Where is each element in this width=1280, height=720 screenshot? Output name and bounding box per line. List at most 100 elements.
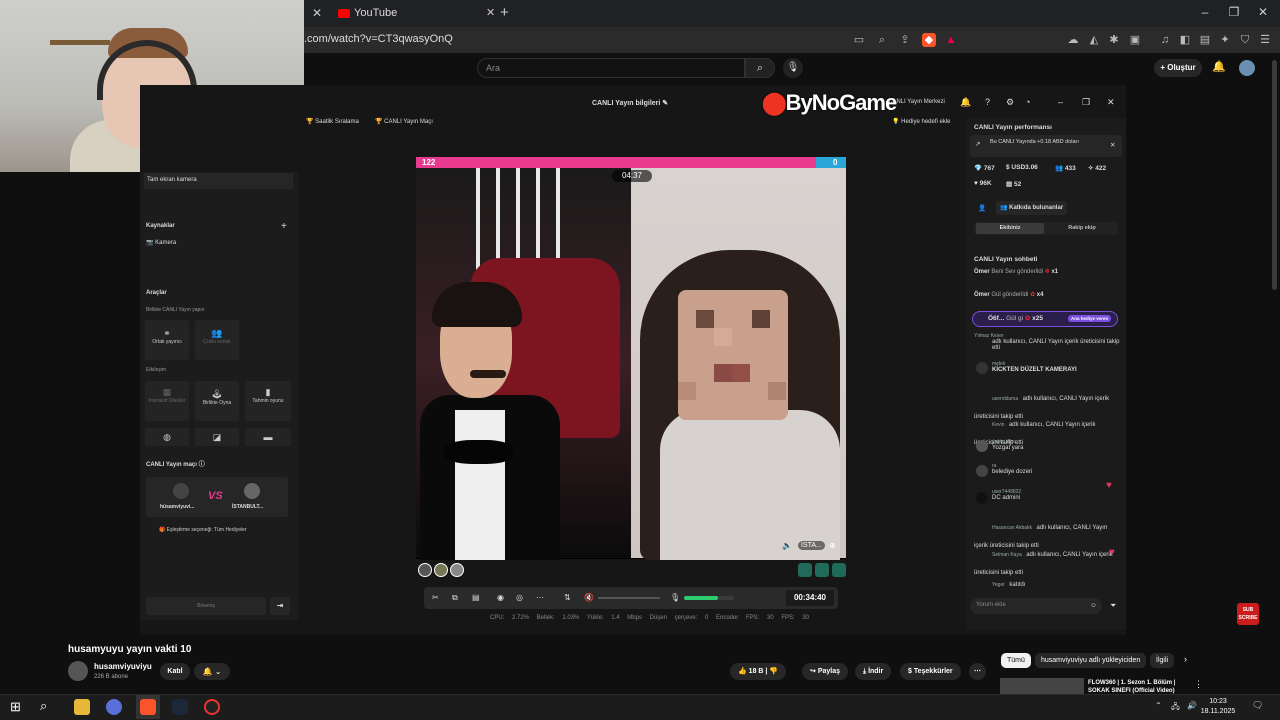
layout-switch-icon[interactable]: ⧉: [452, 593, 458, 603]
app-icon[interactable]: [106, 699, 122, 715]
music-icon[interactable]: ♫: [1158, 33, 1172, 47]
cast-icon[interactable]: ▭: [852, 33, 866, 47]
wallet-icon[interactable]: ▤: [1198, 33, 1212, 47]
tool-button-2[interactable]: ◪: [195, 428, 239, 446]
add-icon[interactable]: ⊕: [829, 541, 836, 550]
share-icon[interactable]: ⇪: [898, 33, 912, 47]
scrollbar[interactable]: [1272, 60, 1277, 290]
play-together-button[interactable]: 🕹 Birlikte Oyna: [195, 381, 239, 421]
network-icon[interactable]: 🖧: [1171, 701, 1180, 715]
notification-center-icon[interactable]: 🗨: [1252, 700, 1263, 711]
windows-start-icon[interactable]: ⊞: [10, 699, 21, 715]
avatar[interactable]: [434, 563, 448, 577]
join-button[interactable]: Katıl: [160, 663, 190, 680]
filter-icon[interactable]: ⏷: [1110, 601, 1116, 611]
file-explorer-icon[interactable]: [74, 699, 90, 715]
like-button[interactable]: 👍 18 B | 👎: [730, 663, 787, 680]
bottom-action-button[interactable]: Böwenş: [146, 597, 266, 615]
avatar[interactable]: [1239, 60, 1255, 76]
rewards-icon[interactable]: ▲: [944, 33, 958, 47]
tab-your-team[interactable]: Ekibiniz: [976, 223, 1044, 234]
tray-chevron-icon[interactable]: ⌃: [1155, 701, 1162, 710]
vpn-icon[interactable]: ⛉: [1238, 33, 1252, 47]
notification-bell-icon[interactable]: 🔔: [960, 97, 971, 108]
settings-icon[interactable]: ⚙: [1006, 97, 1014, 108]
tool-button-1[interactable]: ◍: [145, 428, 189, 446]
restore-icon[interactable]: ❐: [1224, 5, 1244, 19]
brave-shield-icon[interactable]: ◆: [922, 33, 936, 47]
tab-youtube[interactable]: YouTube: [330, 0, 490, 27]
camera-toggle-icon[interactable]: ▤: [472, 593, 480, 602]
exit-icon[interactable]: ⇥: [270, 597, 290, 615]
live-info-title[interactable]: CANLI Yayın bilgileri ✎: [592, 99, 668, 107]
source-camera[interactable]: 📷 Kamera: [146, 239, 176, 246]
emoji-icon[interactable]: ☺: [1090, 602, 1097, 609]
chevron-right-icon[interactable]: ›: [1184, 654, 1187, 664]
recommended-title[interactable]: FLOW360 | 1. Sezon 1. Bölüm | SOKAK SINE…: [1088, 679, 1193, 695]
speaker-icon[interactable]: 🔈: [782, 541, 792, 550]
mic-level-icon[interactable]: 🎙: [670, 593, 680, 602]
extension-icon-2[interactable]: ◭: [1087, 33, 1101, 47]
obs-icon[interactable]: [204, 699, 220, 715]
mute-icon[interactable]: 🔇: [584, 593, 594, 602]
gift-target-button[interactable]: 💡 Hediye hedefi ekle: [892, 118, 951, 125]
pill-hourly-ranking[interactable]: 🏆 Saatlik Sıralama: [306, 118, 359, 125]
dismiss-icon[interactable]: ✕: [1110, 141, 1115, 149]
chip-related[interactable]: İlgili: [1150, 653, 1175, 668]
close-icon[interactable]: ✕: [308, 4, 326, 22]
pairing-option[interactable]: 🎁 Eşleştirme seçeneği: Tüm Hediyeler: [159, 527, 247, 533]
studio-close-icon[interactable]: ✕: [1107, 97, 1115, 108]
download-button[interactable]: ⤓ İndir: [855, 663, 892, 680]
record-icon[interactable]: ◉: [497, 593, 504, 602]
extension-icon-1[interactable]: ☁: [1066, 33, 1080, 47]
chat-input[interactable]: Yorum ekle: [970, 598, 1102, 614]
avatar[interactable]: [450, 563, 464, 577]
screenshot-icon[interactable]: ▣: [1128, 33, 1142, 47]
pill-live-match[interactable]: 🏆 CANLI Yayın Maçı: [375, 118, 433, 125]
chip-all[interactable]: Tümü: [1001, 653, 1031, 668]
steam-icon[interactable]: [172, 699, 188, 715]
leo-ai-icon[interactable]: ✦: [1218, 33, 1232, 47]
chip-from-uploader[interactable]: husamviyuviyu adlı yükleyiciden: [1035, 653, 1147, 668]
minimize-icon[interactable]: –: [1195, 5, 1215, 19]
subscribed-bell-button[interactable]: 🔔 ⌄: [194, 663, 230, 680]
thanks-button[interactable]: $ Teşekkürler: [900, 663, 961, 680]
audio-mixer-icon[interactable]: ⇅: [564, 593, 571, 602]
new-tab-icon[interactable]: +: [500, 4, 509, 21]
volume-slider[interactable]: [598, 597, 660, 599]
guess-game-button[interactable]: ▮ Tahmin oyunu: [245, 381, 291, 421]
tab-close-icon[interactable]: ✕: [486, 6, 495, 19]
more-icon[interactable]: ⋯: [536, 593, 544, 602]
more-actions-icon[interactable]: ⋯: [969, 663, 986, 680]
volume-icon[interactable]: 🔊: [1187, 701, 1197, 710]
sidebar-icon[interactable]: ◧: [1178, 33, 1192, 47]
interactive-gifts-button[interactable]: ▦ İnteraktif Dilekler: [145, 381, 189, 421]
search-icon[interactable]: ⌕: [745, 58, 775, 78]
contributors-button[interactable]: 👥 Katkıda bulunanlar: [996, 201, 1068, 215]
capture-icon[interactable]: ◎: [516, 593, 523, 602]
brave-icon[interactable]: [140, 699, 156, 715]
window-close-icon[interactable]: ✕: [1253, 5, 1273, 19]
layout-icon[interactable]: ◔: [1025, 97, 1030, 107]
mic-icon[interactable]: 🎙: [783, 58, 803, 78]
channel-name[interactable]: husamviyuviyu: [94, 662, 152, 671]
avatar[interactable]: [418, 563, 432, 577]
tool-button-3[interactable]: ▬: [245, 428, 291, 446]
live-center-link[interactable]: CANLI Yayın Merkezi: [888, 99, 945, 105]
search-icon[interactable]: ⌕: [40, 698, 47, 714]
viewer-icon-3[interactable]: [832, 563, 846, 577]
add-source-icon[interactable]: +: [281, 221, 287, 232]
multi-guest-button[interactable]: 👥 Çoklu konuk: [195, 320, 239, 360]
help-icon[interactable]: ?: [985, 97, 990, 107]
share-button[interactable]: ↪ Paylaş: [802, 663, 849, 680]
studio-minimize-icon[interactable]: –: [1058, 97, 1063, 107]
menu-icon[interactable]: ☰: [1258, 33, 1272, 47]
studio-maximize-icon[interactable]: ❐: [1082, 97, 1090, 108]
viewer-icon-2[interactable]: [815, 563, 829, 577]
subscribe-badge[interactable]: SUB SCRIBE: [1237, 603, 1259, 625]
search-input[interactable]: Ara: [477, 58, 745, 78]
extensions-icon[interactable]: ✱: [1107, 33, 1121, 47]
url-field[interactable]: .com/watch?v=CT3qwasyOnQ: [304, 33, 453, 45]
zoom-icon[interactable]: ⌕: [875, 33, 889, 47]
create-button[interactable]: + Oluştur: [1154, 59, 1202, 77]
